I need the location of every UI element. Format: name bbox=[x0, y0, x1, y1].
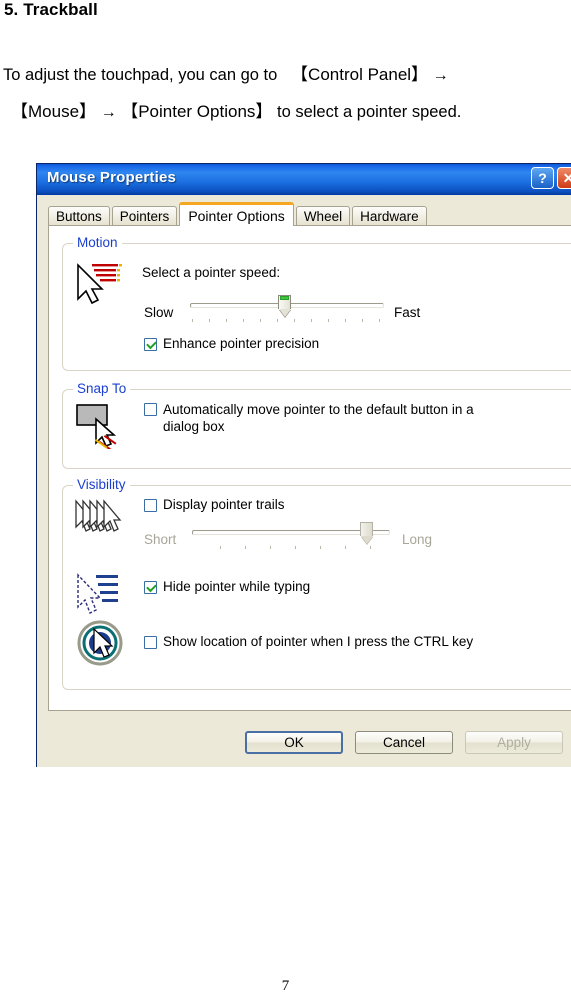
display-pointer-trails-checkbox[interactable] bbox=[144, 499, 157, 512]
mouse-token: 【Mouse】 bbox=[11, 102, 97, 121]
paragraph-text-1: To adjust the touchpad, you can go to bbox=[3, 66, 278, 84]
enhance-pointer-precision-checkbox[interactable] bbox=[144, 338, 157, 351]
pointer-options-token: 【Pointer Options】 bbox=[121, 102, 273, 121]
pointer-trails-thumb[interactable] bbox=[360, 522, 373, 544]
arrow-1-icon: → bbox=[432, 67, 449, 84]
arrow-2-icon: → bbox=[100, 104, 117, 121]
document-page: 5. Trackball To adjust the touchpad, you… bbox=[0, 0, 571, 1008]
tab-wheel[interactable]: Wheel bbox=[295, 206, 351, 226]
pointer-speed-icon bbox=[77, 263, 122, 305]
motion-group: Motion Select a pointer speed: Slow Fast… bbox=[62, 235, 571, 371]
cancel-button[interactable]: Cancel bbox=[355, 731, 453, 754]
titlebar-buttons: ? ✕ bbox=[531, 167, 571, 189]
dialog-titlebar[interactable]: Mouse Properties ? ✕ bbox=[37, 164, 571, 195]
short-label: Short bbox=[144, 532, 177, 547]
page-title: 5. Trackball bbox=[4, 0, 98, 19]
help-icon[interactable]: ? bbox=[531, 167, 554, 189]
fast-label: Fast bbox=[394, 305, 421, 320]
control-panel-token: 【Control Panel】 bbox=[291, 65, 429, 84]
tab-pointers[interactable]: Pointers bbox=[111, 206, 178, 226]
snap-to-label-line2: dialog box bbox=[163, 419, 225, 434]
page-number: 7 bbox=[281, 978, 290, 994]
tab-pointer-options[interactable]: Pointer Options bbox=[179, 202, 294, 226]
slow-label: Slow bbox=[144, 305, 174, 320]
tab-strip: Buttons Pointers Pointer Options Wheel H… bbox=[48, 202, 429, 226]
instruction-paragraph: To adjust the touchpad, you can go to 【C… bbox=[3, 57, 568, 131]
snap-to-default-button-icon bbox=[76, 404, 117, 449]
pointer-trails-icon bbox=[75, 499, 122, 532]
snap-to-group: Snap To Automatically move pointer to th… bbox=[62, 381, 571, 469]
pointer-speed-thumb[interactable] bbox=[278, 295, 291, 317]
pointer-trails-slider[interactable] bbox=[192, 522, 390, 552]
select-pointer-speed-label: Select a pointer speed: bbox=[142, 265, 281, 280]
snap-to-checkbox[interactable] bbox=[144, 403, 157, 416]
ok-button[interactable]: OK bbox=[245, 731, 343, 754]
dialog-title: Mouse Properties bbox=[47, 169, 177, 186]
motion-legend: Motion bbox=[73, 235, 122, 250]
snap-to-legend: Snap To bbox=[73, 381, 131, 396]
pointer-options-panel: Motion Select a pointer speed: Slow Fast… bbox=[48, 225, 571, 711]
display-pointer-trails-label: Display pointer trails bbox=[163, 497, 285, 512]
long-label: Long bbox=[402, 532, 433, 547]
show-pointer-location-icon bbox=[77, 620, 123, 666]
enhance-pointer-precision-label: Enhance pointer precision bbox=[163, 336, 320, 351]
hide-pointer-typing-checkbox[interactable] bbox=[144, 581, 157, 594]
apply-button: Apply bbox=[465, 731, 563, 754]
show-pointer-location-label: Show location of pointer when I press th… bbox=[163, 634, 474, 649]
snap-to-label: Automatically move pointer to the defaul… bbox=[163, 401, 563, 435]
close-icon[interactable]: ✕ bbox=[557, 167, 571, 189]
snap-to-label-line1: Automatically move pointer to the defaul… bbox=[163, 402, 474, 417]
hide-pointer-typing-icon bbox=[77, 573, 118, 614]
visibility-frame bbox=[62, 485, 571, 690]
mouse-properties-dialog: Mouse Properties ? ✕ Buttons Pointers Po… bbox=[36, 163, 571, 767]
visibility-legend: Visibility bbox=[73, 477, 130, 492]
tab-buttons[interactable]: Buttons bbox=[48, 206, 110, 226]
hide-pointer-typing-label: Hide pointer while typing bbox=[163, 579, 311, 594]
pointer-trails-ticks bbox=[192, 546, 388, 550]
paragraph-text-2: to select a pointer speed. bbox=[277, 103, 462, 121]
visibility-group: Visibility Display pointer trails Short bbox=[62, 477, 571, 690]
pointer-speed-ticks bbox=[190, 319, 382, 323]
pointer-speed-slider[interactable] bbox=[190, 295, 384, 325]
show-pointer-location-checkbox[interactable] bbox=[144, 636, 157, 649]
tab-hardware[interactable]: Hardware bbox=[352, 206, 427, 226]
